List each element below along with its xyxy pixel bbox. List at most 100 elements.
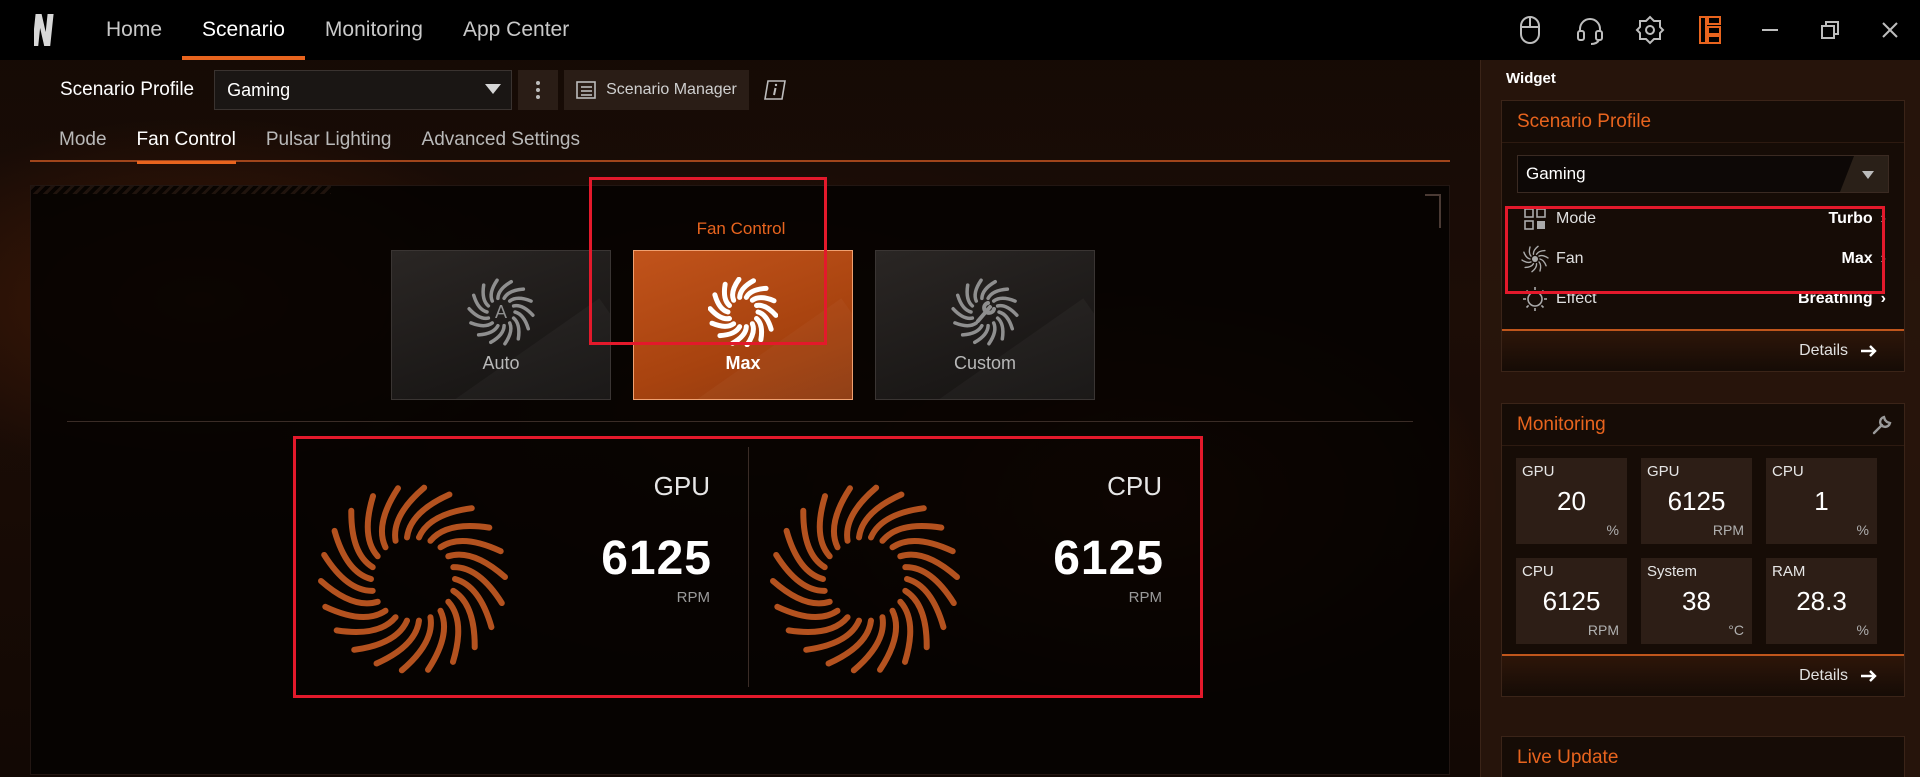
- scenario-manager-button[interactable]: Scenario Manager: [564, 70, 749, 110]
- monitor-unit: °C: [1728, 622, 1744, 638]
- monitor-gpu-usage: GPU 20 %: [1516, 458, 1627, 544]
- monitor-unit: RPM: [1587, 622, 1619, 638]
- fan-mode-auto-button[interactable]: A Auto: [391, 250, 611, 400]
- chevron-right-icon: ›: [1880, 290, 1886, 307]
- widget-monitoring-card: Monitoring GPU 20 % GPU 6125 RPM CPU 1 %: [1501, 403, 1905, 697]
- lighting-effect-icon: [1520, 284, 1550, 314]
- widget-row-effect-label: Effect: [1556, 290, 1597, 307]
- panel-decoration: [31, 186, 331, 194]
- top-navigation-bar: Home Scenario Monitoring App Center: [0, 0, 1920, 60]
- monitor-label: CPU: [1772, 463, 1804, 480]
- fan-mode-max-label: Max: [725, 352, 761, 373]
- more-options-button[interactable]: [518, 70, 559, 110]
- cpu-fan-unit: RPM: [1128, 589, 1162, 606]
- minimize-icon[interactable]: [1740, 0, 1800, 60]
- monitor-label: GPU: [1647, 463, 1680, 480]
- nav-monitoring[interactable]: Monitoring: [305, 0, 443, 60]
- widget-profile-value: Gaming: [1526, 164, 1586, 183]
- main-nav: Home Scenario Monitoring App Center: [86, 0, 589, 60]
- monitor-label: CPU: [1522, 563, 1554, 580]
- wrench-icon[interactable]: [1872, 415, 1892, 441]
- main-content: Scenario Profile Gaming Scenario Manager…: [0, 60, 1480, 777]
- tab-pulsar-lighting[interactable]: Pulsar Lighting: [251, 118, 407, 162]
- widget-scenario-details-button[interactable]: Details: [1502, 329, 1904, 371]
- monitor-value: 20: [1557, 486, 1586, 516]
- cpu-fan-readout: CPU 6125 RPM: [748, 439, 1200, 695]
- headset-icon[interactable]: [1560, 0, 1620, 60]
- widget-row-mode[interactable]: Mode Turbo ›: [1502, 199, 1904, 239]
- widget-monitoring-details-label: Details: [1799, 667, 1848, 684]
- monitor-ram-usage: RAM 28.3 %: [1766, 558, 1877, 644]
- gpu-fan-unit: RPM: [676, 589, 710, 606]
- monitor-value: 6125: [1667, 486, 1726, 516]
- fan-mode-options: A Auto Max Custom: [391, 250, 1095, 400]
- tab-mode[interactable]: Mode: [30, 118, 122, 162]
- scenario-subtabs: Mode Fan Control Pulsar Lighting Advance…: [30, 118, 1450, 164]
- gpu-fan-graphic-icon: [318, 484, 508, 674]
- widget-live-update-title: Live Update: [1517, 747, 1619, 768]
- widget-monitoring-details-button[interactable]: Details: [1502, 654, 1904, 696]
- widget-panel-icon[interactable]: [1680, 0, 1740, 60]
- scenario-manager-label: Scenario Manager: [606, 81, 737, 98]
- monitoring-grid: GPU 20 % GPU 6125 RPM CPU 1 % CPU 6125 R…: [1502, 446, 1904, 654]
- app-logo-icon: [20, 0, 70, 60]
- gpu-fan-name: GPU: [653, 471, 710, 501]
- window-controls: [1500, 0, 1920, 60]
- monitor-unit: %: [1856, 522, 1869, 538]
- widget-scenario-title: Scenario Profile: [1502, 101, 1904, 143]
- gpu-fan-rpm: 6125: [601, 532, 712, 585]
- info-icon: [763, 80, 786, 100]
- cpu-fan-name: CPU: [1107, 471, 1162, 501]
- nav-scenario[interactable]: Scenario: [182, 0, 305, 60]
- svg-text:A: A: [495, 302, 507, 322]
- chevron-right-icon: ›: [1880, 210, 1886, 227]
- widget-row-mode-value: Turbo: [1828, 210, 1873, 227]
- monitor-system-temp: System 38 °C: [1641, 558, 1752, 644]
- settings-gear-icon[interactable]: [1620, 0, 1680, 60]
- monitor-cpu-usage: CPU 1 %: [1766, 458, 1877, 544]
- restore-icon[interactable]: [1800, 0, 1860, 60]
- fan-max-icon: [708, 276, 778, 347]
- nav-home[interactable]: Home: [86, 0, 182, 60]
- fan-auto-icon: A: [467, 277, 535, 346]
- monitor-unit: RPM: [1712, 522, 1744, 538]
- arrow-right-icon: [1861, 345, 1877, 357]
- monitor-value: 6125: [1542, 586, 1601, 616]
- widget-row-fan-label: Fan: [1556, 250, 1584, 267]
- nav-app-center[interactable]: App Center: [443, 0, 589, 60]
- widget-profile-select[interactable]: Gaming: [1517, 155, 1889, 193]
- info-button[interactable]: [755, 70, 795, 110]
- arrow-right-icon: [1861, 670, 1877, 682]
- fan-mode-max-button[interactable]: Max: [633, 250, 853, 400]
- widget-row-effect-value: Breathing: [1798, 290, 1873, 307]
- fan-icon: [1520, 244, 1550, 274]
- monitor-label: GPU: [1522, 463, 1555, 480]
- kebab-menu-icon: [536, 81, 541, 99]
- widget-row-fan-value: Max: [1841, 250, 1873, 267]
- fan-mode-custom-button[interactable]: Custom: [875, 250, 1095, 400]
- tab-advanced-settings[interactable]: Advanced Settings: [407, 118, 595, 162]
- monitor-unit: %: [1856, 622, 1869, 638]
- chevron-right-icon: ›: [1880, 250, 1886, 267]
- monitor-value: 38: [1682, 586, 1711, 616]
- widget-title: Widget: [1506, 70, 1556, 87]
- fan-custom-icon: [951, 277, 1019, 346]
- mouse-icon[interactable]: [1500, 0, 1560, 60]
- close-icon[interactable]: [1860, 0, 1920, 60]
- fan-speed-readout: GPU 6125 RPM CPU 6125 RPM: [293, 436, 1203, 698]
- monitor-cpu-fan: CPU 6125 RPM: [1516, 558, 1627, 644]
- widget-live-update-card: Live Update: [1501, 736, 1905, 777]
- monitor-gpu-fan: GPU 6125 RPM: [1641, 458, 1752, 544]
- widget-monitoring-title: Monitoring: [1502, 404, 1904, 446]
- mode-grid-icon: [1520, 204, 1550, 234]
- fan-mode-auto-label: Auto: [482, 352, 520, 373]
- cpu-fan-rpm: 6125: [1053, 532, 1164, 585]
- widget-row-fan[interactable]: Fan Max ›: [1502, 239, 1904, 279]
- monitor-unit: %: [1606, 522, 1619, 538]
- scenario-profile-select[interactable]: Gaming: [214, 70, 513, 110]
- monitor-value: 28.3: [1796, 586, 1847, 616]
- widget-row-effect[interactable]: Effect Breathing ›: [1502, 279, 1904, 319]
- tab-fan-control[interactable]: Fan Control: [122, 118, 251, 164]
- scenario-profile-label: Scenario Profile: [60, 79, 195, 100]
- scenario-profile-value: Gaming: [227, 79, 291, 100]
